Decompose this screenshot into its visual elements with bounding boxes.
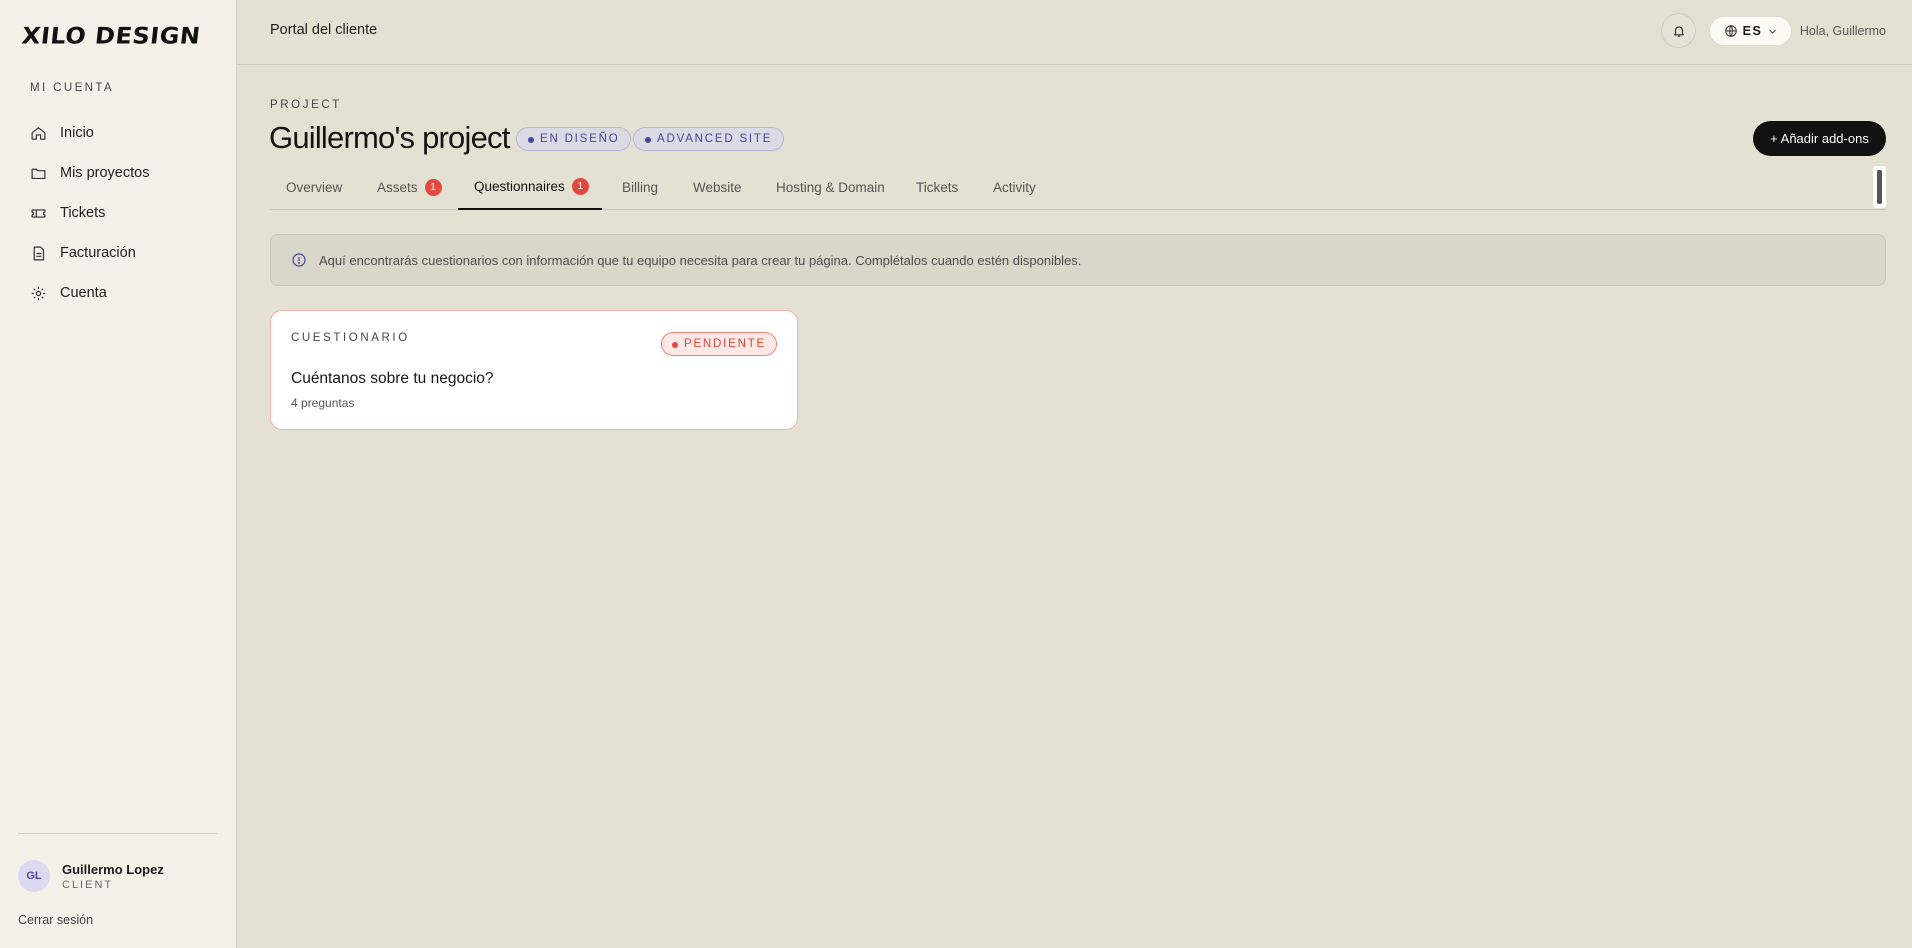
project-kicker: PROJECT: [270, 99, 342, 111]
tab-tickets[interactable]: Tickets: [916, 164, 958, 210]
ticket-icon: [31, 208, 46, 218]
tab-label: Website: [693, 179, 742, 195]
tab-label: Activity: [993, 179, 1036, 195]
chevron-down-icon: [1769, 29, 1777, 34]
sidebar-item-cuenta[interactable]: Cuenta: [30, 273, 220, 313]
user-info: Guillermo Lopez CLIENT: [62, 862, 164, 891]
sidebar-section-label: MI CUENTA: [30, 82, 114, 94]
tab-hosting-domain[interactable]: Hosting & Domain: [776, 164, 885, 210]
tab-label: Billing: [622, 179, 659, 195]
gear-icon: [31, 286, 46, 300]
user-profile[interactable]: GL Guillermo Lopez CLIENT: [18, 860, 164, 892]
language-selector[interactable]: ES: [1709, 16, 1792, 46]
avatar: GL: [18, 860, 50, 892]
tab-activity[interactable]: Activity: [993, 164, 1036, 210]
tab-label: Hosting & Domain: [776, 179, 885, 195]
tab-label: Tickets: [916, 179, 959, 195]
info-text: Aquí encontrarás cuestionarios con infor…: [319, 252, 1082, 268]
brand-logo[interactable]: XILO DESIGN: [21, 23, 202, 50]
top-bar: Portal del cliente ES Hola, Guillermo: [237, 0, 1912, 65]
sidebar-item-label: Facturación: [60, 245, 136, 261]
logout-link[interactable]: Cerrar sesión: [18, 913, 93, 927]
info-icon: [292, 253, 306, 267]
home-icon: [31, 126, 46, 140]
plan-badge: ADVANCED SITE: [633, 127, 785, 151]
user-role: CLIENT: [62, 878, 114, 891]
project-title: Guillermo's project: [269, 120, 510, 155]
sidebar-item-tickets[interactable]: Tickets: [30, 193, 220, 233]
add-addons-button[interactable]: + Añadir add-ons: [1753, 121, 1886, 156]
info-banner: Aquí encontrarás cuestionarios con infor…: [270, 234, 1886, 286]
tab-questionnaires[interactable]: Questionnaires 1: [458, 164, 602, 210]
sidebar-item-label: Mis proyectos: [60, 165, 150, 181]
status-badge: EN DISEÑO: [516, 127, 632, 151]
tab-website[interactable]: Website: [693, 164, 742, 210]
tab-assets[interactable]: Assets 1: [377, 164, 442, 210]
sidebar: XILO DESIGN MI CUENTA Inicio Mis proyect…: [0, 0, 237, 948]
language-code: ES: [1742, 24, 1763, 38]
sidebar-item-label: Inicio: [60, 125, 94, 141]
tab-label: Overview: [286, 179, 343, 195]
user-name: Guillermo Lopez: [62, 861, 164, 877]
tab-count-badge: 1: [571, 177, 589, 195]
project-tabs: Overview Assets 1 Questionnaires 1 Billing…: [270, 164, 1886, 210]
tab-billing[interactable]: Billing: [622, 164, 658, 210]
card-title: Cuéntanos sobre tu negocio?: [291, 370, 494, 387]
sidebar-item-inicio[interactable]: Inicio: [30, 113, 220, 153]
tab-label: Assets: [377, 179, 418, 195]
sidebar-item-label: Tickets: [60, 205, 106, 221]
tab-label: Questionnaires: [474, 178, 565, 194]
folder-icon: [31, 168, 46, 179]
sidebar-item-mis-proyectos[interactable]: Mis proyectos: [30, 153, 220, 193]
card-kicker: CUESTIONARIO: [291, 332, 410, 344]
sidebar-item-facturacion[interactable]: Facturación: [30, 233, 220, 273]
sidebar-divider: [18, 833, 217, 834]
globe-icon: [1724, 25, 1737, 37]
tab-overview[interactable]: Overview: [286, 164, 342, 210]
invoice-icon: [33, 246, 45, 260]
sidebar-nav: Inicio Mis proyectos Tickets Facturación…: [30, 113, 220, 313]
questionnaire-card[interactable]: CUESTIONARIO PENDIENTE Cuéntanos sobre t…: [270, 310, 798, 430]
page-title: Portal del cliente: [270, 22, 378, 38]
tab-count-badge: 1: [424, 178, 442, 196]
notifications-button[interactable]: [1661, 13, 1696, 48]
sidebar-item-label: Cuenta: [60, 285, 107, 301]
user-greeting: Hola, Guillermo: [1799, 24, 1886, 38]
tabs-scrollbar[interactable]: [1873, 166, 1886, 208]
bell-icon: [1673, 25, 1684, 37]
status-badge: PENDIENTE: [660, 332, 777, 356]
card-question-count: 4 preguntas: [291, 396, 355, 410]
